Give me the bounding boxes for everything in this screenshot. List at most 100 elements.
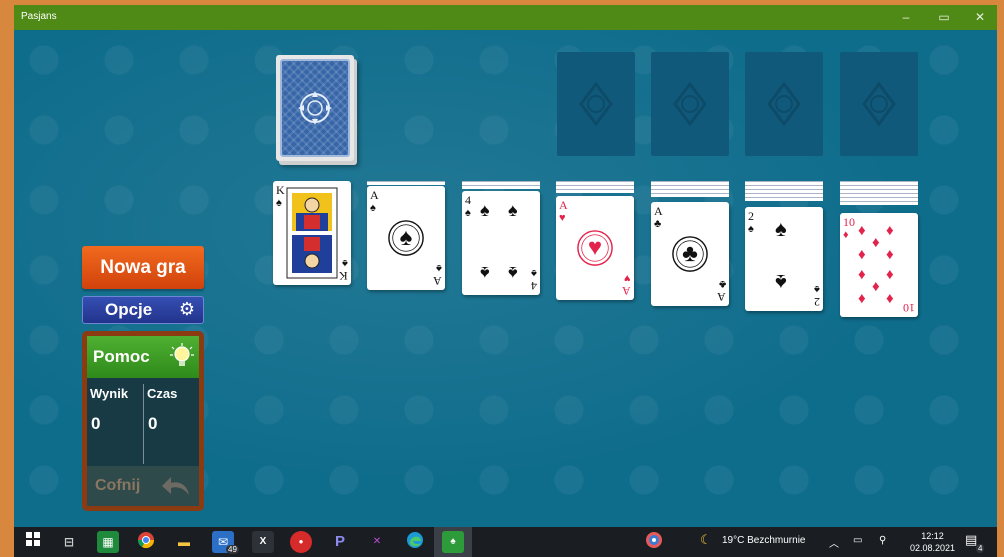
tableau-card-ten-diamonds[interactable]: 10 ♦ ♦ ♦ ♦ ♦ ♦ ♦ ♦ ♦ ♦ ♦ 10 [840,213,918,317]
diamond-icon: ♦ [886,290,894,307]
task-view-icon[interactable]: ⊟ [58,531,80,553]
card-rank: K [276,183,285,197]
spade-icon: ♠ [508,200,518,220]
solitaire-taskbar-icon[interactable]: ♠ [442,531,464,553]
spade-icon: ♠ [276,197,282,209]
spade-icon: ♠ [814,283,820,295]
spade-icon: ♠ [775,270,787,295]
help-button[interactable]: Pomoc [87,336,199,378]
stats-divider [143,384,144,464]
heart-icon: ♥ [587,234,603,261]
card-back [280,59,350,157]
game-info-panel: Pomoc Wynik Czas 0 0 Cofnij [82,331,204,511]
edge-icon[interactable] [404,531,426,553]
chrome-icon[interactable] [135,531,157,553]
start-icon[interactable] [22,531,44,553]
spade-icon: ♠ [342,257,348,269]
battery-icon[interactable]: ▭ [853,535,862,546]
diamond-icon: ♦ [886,222,894,239]
gear-icon: ⚙ [178,299,195,319]
foundation-slot-1[interactable] [557,52,635,156]
card-rank: 2 [814,295,820,309]
diamond-icon: ♦ [858,266,866,283]
network-icon[interactable]: ⚲ [879,535,886,546]
foundation-ornament-icon [767,81,801,127]
maximize-button[interactable]: ▭ [929,8,959,26]
face-down-card [745,197,823,201]
diamond-icon: ♦ [843,229,849,241]
tableau-card-ace-clubs[interactable]: A ♣ ♣ ♣ A [651,202,729,306]
options-button[interactable]: Opcje ⚙ [82,296,204,324]
spade-icon: ♠ [465,207,471,219]
spade-icon: ♠ [748,223,754,235]
title-bar[interactable]: Pasjans – ▭ ✕ [14,5,997,30]
card-rank: K [339,269,348,283]
file-explorer-icon[interactable]: ▬ [173,531,195,553]
foundation-slot-2[interactable] [651,52,729,156]
app-green-icon[interactable]: ▦ [97,531,119,553]
card-rank: A [654,204,663,218]
card-rank: A [370,188,379,202]
time-value: 0 [148,414,158,433]
spade-icon: ♠ [508,263,518,283]
app-fx-icon[interactable]: ✕ [366,531,388,553]
face-down-card [367,181,445,185]
weather-text[interactable]: 19°C Bezchmurnie [722,535,805,546]
foundation-slot-3[interactable] [745,52,823,156]
spade-icon: ♠ [480,200,490,220]
close-button[interactable]: ✕ [965,8,995,26]
options-label: Opcje [105,300,153,319]
card-rank: 2 [748,209,754,223]
undo-button[interactable]: Cofnij [87,466,199,506]
face-down-card [462,185,540,189]
card-rank: 10 [843,215,855,229]
card-rank: A [622,284,631,298]
card-rank: 4 [465,193,471,207]
app-red-icon[interactable]: ● [290,531,312,553]
mail-badge: 49 [226,545,239,554]
tableau-card-king-spades[interactable]: K ♠ ♠ K [273,181,351,285]
king-portrait-icon [286,187,338,279]
diamond-icon: ♦ [886,266,894,283]
game-controller-icon[interactable] [643,531,665,553]
tableau-card-ace-spades[interactable]: A ♠ ♠ ♠ A [367,186,445,290]
club-icon: ♣ [682,240,698,267]
spade-icon: ♠ [775,216,787,241]
notification-badge: 4 [976,544,985,553]
game-info-inner: Pomoc Wynik Czas 0 0 Cofnij [87,336,199,506]
card-back-ornament-icon [298,91,332,125]
card-rank: 10 [903,301,915,315]
help-label: Pomoc [93,347,150,366]
app-p-icon[interactable]: P [329,531,351,553]
app-x-icon[interactable]: X [252,531,274,553]
clock-date: 02.08.2021 [909,543,955,553]
foundation-ornament-icon [579,81,613,127]
chevron-up-icon[interactable]: ︿ [829,535,839,550]
solitaire-window: Pasjans – ▭ ✕ K ♠ ♠ K A ♠ ♠ ♠ A 4 ♠ ♠ ♠ … [14,5,997,527]
spade-icon: ♠ [399,224,413,251]
diamond-icon: ♦ [858,290,866,307]
new-game-button[interactable]: Nowa gra [82,246,204,289]
spade-icon: ♠ [370,202,376,214]
undo-arrow-icon [162,477,189,495]
stock-pile[interactable] [276,55,354,161]
heart-icon: ♥ [559,212,566,224]
club-icon: ♣ [654,218,662,230]
heart-icon: ♥ [624,272,631,284]
window-title: Pasjans [21,11,57,22]
clock[interactable]: 12:12 02.08.2021 [910,530,955,554]
clock-time: 12:12 [921,531,944,541]
spade-icon: ♠ [531,267,537,279]
diamond-icon: ♦ [858,246,866,263]
card-rank: A [717,290,726,304]
undo-label: Cofnij [95,477,141,494]
score-value: 0 [91,414,101,433]
tableau-card-ace-hearts[interactable]: A ♥ ♥ ♥ A [556,196,634,300]
foundation-slot-4[interactable] [840,52,918,156]
minimize-button[interactable]: – [891,8,921,26]
tableau-card-two-spades[interactable]: 2 ♠ ♠ ♠ ♠ 2 [745,207,823,311]
windows-taskbar: ⊟ ▦ ▬ ✉ 49 X ● P ✕ ♠ ☾ 19°C Bezchmurnie … [14,527,997,557]
time-label: Czas [147,386,178,401]
spade-icon: ♠ [436,262,442,274]
tableau-card-four-spades[interactable]: 4 ♠ ♠ ♠ ♠ ♠ ♠ 4 [462,191,540,295]
